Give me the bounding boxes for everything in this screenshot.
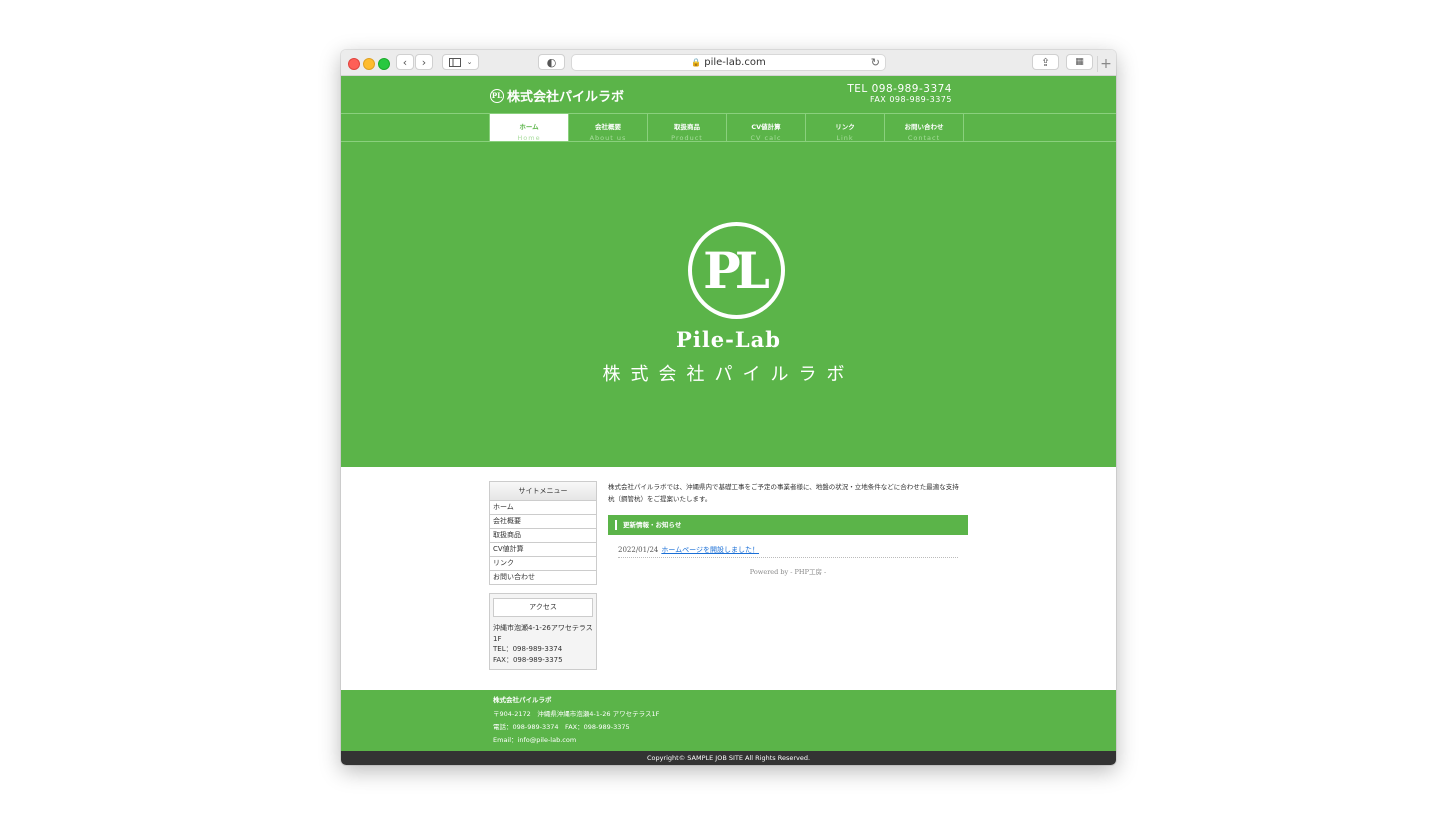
shield-icon: ◐ <box>546 55 557 69</box>
web-page: PL 株式会社パイルラボ TEL 098-989-3374 FAX 098-98… <box>341 76 1116 765</box>
minimize-window-button[interactable] <box>363 58 375 70</box>
news-heading-text: 更新情報・お知らせ <box>623 521 682 529</box>
news-date: 2022/01/24 <box>618 546 659 554</box>
nav-item-home[interactable]: ホーム Home <box>489 114 568 142</box>
access-tel: TEL：098-989-3374 <box>493 645 563 653</box>
zoom-window-button[interactable] <box>378 58 390 70</box>
share-button[interactable]: ⇪ <box>1032 54 1059 70</box>
nav-label-jp: ホーム <box>519 123 539 131</box>
hero-mark-text: PL <box>703 241 770 300</box>
powered-by[interactable]: Powered by - PHP工房 - <box>608 566 968 576</box>
footer-phone: 電話：098-989-3374 FAX：098-989-3375 <box>493 723 630 731</box>
nav-label-jp: 会社概要 <box>595 123 621 131</box>
nav-label-en: CV calc <box>750 134 782 142</box>
footer-address: 〒904-2172 沖縄県沖縄市泡瀬4-1-26 アワセテラス1F <box>493 710 660 718</box>
back-button[interactable]: ‹ <box>396 54 414 70</box>
intro-line: 株式会社パイルラボでは、沖縄県内で基礎工事をご予定の事業者様に、地盤の状況・立地… <box>608 483 959 491</box>
news-link[interactable]: ホームページを開設しました！ <box>661 546 759 554</box>
main-content: 株式会社パイルラボでは、沖縄県内で基礎工事をご予定の事業者様に、地盤の状況・立地… <box>608 481 968 576</box>
close-window-button[interactable] <box>348 58 360 70</box>
nav-item-cv-calc[interactable]: CV値計算 CV calc <box>726 114 805 142</box>
news-heading: 更新情報・お知らせ <box>608 515 968 535</box>
nav-label-jp: 取扱商品 <box>674 123 700 131</box>
grid-icon: ▦ <box>1075 57 1084 67</box>
nav-label-jp: CV値計算 <box>751 123 781 131</box>
nav-item-product[interactable]: 取扱商品 Product <box>647 114 726 142</box>
address-bar[interactable]: 🔒 pile-lab.com ↻ <box>571 54 886 71</box>
share-icon: ⇪ <box>1040 55 1051 69</box>
chevron-down-icon: ⌄ <box>466 58 473 66</box>
nav-item-contact[interactable]: お問い合わせ Contact <box>884 114 964 142</box>
hero-banner: PL Pile-Lab 株式会社パイルラボ <box>341 142 1116 467</box>
new-tab-button[interactable]: + <box>1097 56 1114 72</box>
nav-label-en: About us <box>589 134 627 142</box>
chevron-left-icon: ‹ <box>402 55 408 69</box>
site-header: PL 株式会社パイルラボ TEL 098-989-3374 FAX 098-98… <box>341 76 1116 113</box>
sidebar-item-home[interactable]: ホーム <box>490 501 596 515</box>
tab-overview-button[interactable]: ▦ <box>1066 54 1093 70</box>
browser-toolbar: ‹ › ⌄ ◐ 🔒 pile-lab.com ↻ ⇪ ▦ + <box>341 50 1116 76</box>
browser-window: ‹ › ⌄ ◐ 🔒 pile-lab.com ↻ ⇪ ▦ + PL 株式会社パイ… <box>341 50 1116 765</box>
nav-item-about[interactable]: 会社概要 About us <box>568 114 647 142</box>
sidebar-item-link[interactable]: リンク <box>490 557 596 571</box>
sidebar-toggle-button[interactable]: ⌄ <box>442 54 479 70</box>
hero-brand-jp: 株式会社パイルラボ <box>602 364 855 385</box>
site-menu-title: サイトメニュー <box>490 482 596 501</box>
header-contact: TEL 098-989-3374 FAX 098-989-3375 <box>847 83 952 104</box>
nav-label-en: Link <box>836 134 854 142</box>
intro-text: 株式会社パイルラボでは、沖縄県内で基礎工事をご予定の事業者様に、地盤の状況・立地… <box>608 481 968 505</box>
site-footer: 株式会社パイルラボ 〒904-2172 沖縄県沖縄市泡瀬4-1-26 アワセテラ… <box>341 690 1116 751</box>
global-nav: ホーム Home 会社概要 About us 取扱商品 Product CV値計… <box>341 113 1116 142</box>
sidebar: サイトメニュー ホーム 会社概要 取扱商品 CV値計算 リンク お問い合わせ ア… <box>489 481 597 670</box>
pl-emblem-icon: PL <box>688 222 785 319</box>
sidebar-item-about[interactable]: 会社概要 <box>490 515 596 529</box>
intro-line: 杭（鋼管杭）をご提案いたします。 <box>608 495 712 503</box>
sidebar-item-product[interactable]: 取扱商品 <box>490 529 596 543</box>
nav-label-en: Contact <box>907 134 941 142</box>
forward-button[interactable]: › <box>415 54 433 70</box>
access-box: アクセス 沖縄市泡瀬4-1-26アワセテラス 1F TEL：098-989-33… <box>489 593 597 670</box>
lock-icon: 🔒 <box>691 58 702 67</box>
url-text: pile-lab.com <box>704 57 766 68</box>
nav-label-en: Product <box>671 134 703 142</box>
access-title: アクセス <box>493 598 593 617</box>
sidebar-icon <box>448 57 461 67</box>
access-address: 沖縄市泡瀬4-1-26アワセテラス <box>493 624 593 632</box>
privacy-report-button[interactable]: ◐ <box>538 54 565 70</box>
nav-label-en: Home <box>517 134 541 142</box>
site-logo[interactable]: PL 株式会社パイルラボ <box>490 86 624 105</box>
footer-company: 株式会社パイルラボ <box>493 696 552 704</box>
chevron-right-icon: › <box>421 55 427 69</box>
nav-item-link[interactable]: リンク Link <box>805 114 884 142</box>
header-fax: FAX 098-989-3375 <box>869 95 952 104</box>
header-tel: TEL 098-989-3374 <box>847 83 952 95</box>
site-logo-text: 株式会社パイルラボ <box>507 90 625 105</box>
news-item: 2022/01/24 ホームページを開設しました！ <box>618 545 958 558</box>
reload-icon[interactable]: ↻ <box>871 56 880 69</box>
sidebar-item-cv-calc[interactable]: CV値計算 <box>490 543 596 557</box>
hero-brand-en: Pile-Lab <box>676 327 781 352</box>
copyright-bar: Copyright© SAMPLE JOB SITE All Rights Re… <box>341 751 1116 765</box>
pl-logo-icon: PL <box>490 88 504 103</box>
nav-label-jp: リンク <box>835 123 855 131</box>
sidebar-item-contact[interactable]: お問い合わせ <box>490 571 596 584</box>
site-menu: サイトメニュー ホーム 会社概要 取扱商品 CV値計算 リンク お問い合わせ <box>489 481 597 585</box>
access-address-floor: 1F <box>493 634 502 643</box>
nav-label-jp: お問い合わせ <box>904 123 944 131</box>
access-fax: FAX：098-989-3375 <box>493 655 563 664</box>
footer-email[interactable]: Email：info@pile-lab.com <box>493 734 576 744</box>
